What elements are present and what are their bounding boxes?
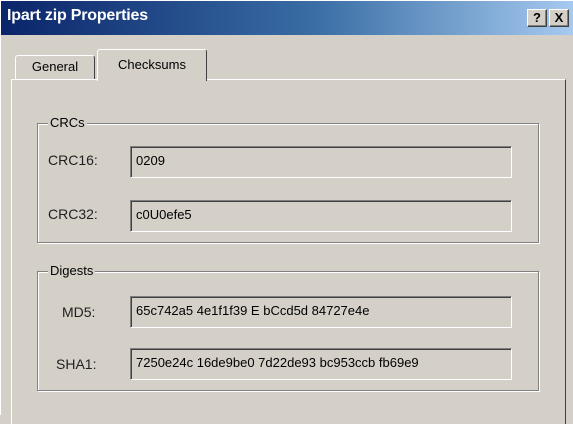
sha1-label: SHA1: [56,356,97,372]
tab-general[interactable]: General [15,55,95,79]
crc-group: CRCs CRC16: 0209 CRC32: c0U0efe5 [37,115,539,243]
md5-field[interactable]: 65c742a5 4e1f1f39 E bCcd5d 84727e4e [130,296,512,328]
crc32-label: CRC32: [48,206,98,222]
tab-general-label: General [31,59,79,74]
tab-checksums-label: Checksums [118,57,186,72]
crc32-field[interactable]: c0U0efe5 [130,200,512,232]
md5-label: MD5: [62,304,96,320]
crc16-label: CRC16: [48,152,98,168]
crc-group-title: CRCs [48,115,87,130]
title-bar[interactable]: Ipart zip Properties ? X [1,1,573,35]
crc16-field[interactable]: 0209 [130,146,512,178]
sha1-field[interactable]: 7250e24c 16de9be0 7d22de93 bc953ccb fb69… [130,348,512,380]
close-icon: X [554,10,564,25]
digests-group: Digests MD5: 65c742a5 4e1f1f39 E bCcd5d … [37,263,539,391]
help-button[interactable]: ? [527,9,547,27]
question-mark-icon: ? [533,10,541,25]
window-title: Ipart zip Properties [7,7,148,24]
close-button[interactable]: X [549,9,569,27]
digests-group-title: Digests [48,263,96,278]
properties-window: Ipart zip Properties ? X General Checksu… [0,0,573,424]
tab-checksums[interactable]: Checksums [97,49,207,81]
